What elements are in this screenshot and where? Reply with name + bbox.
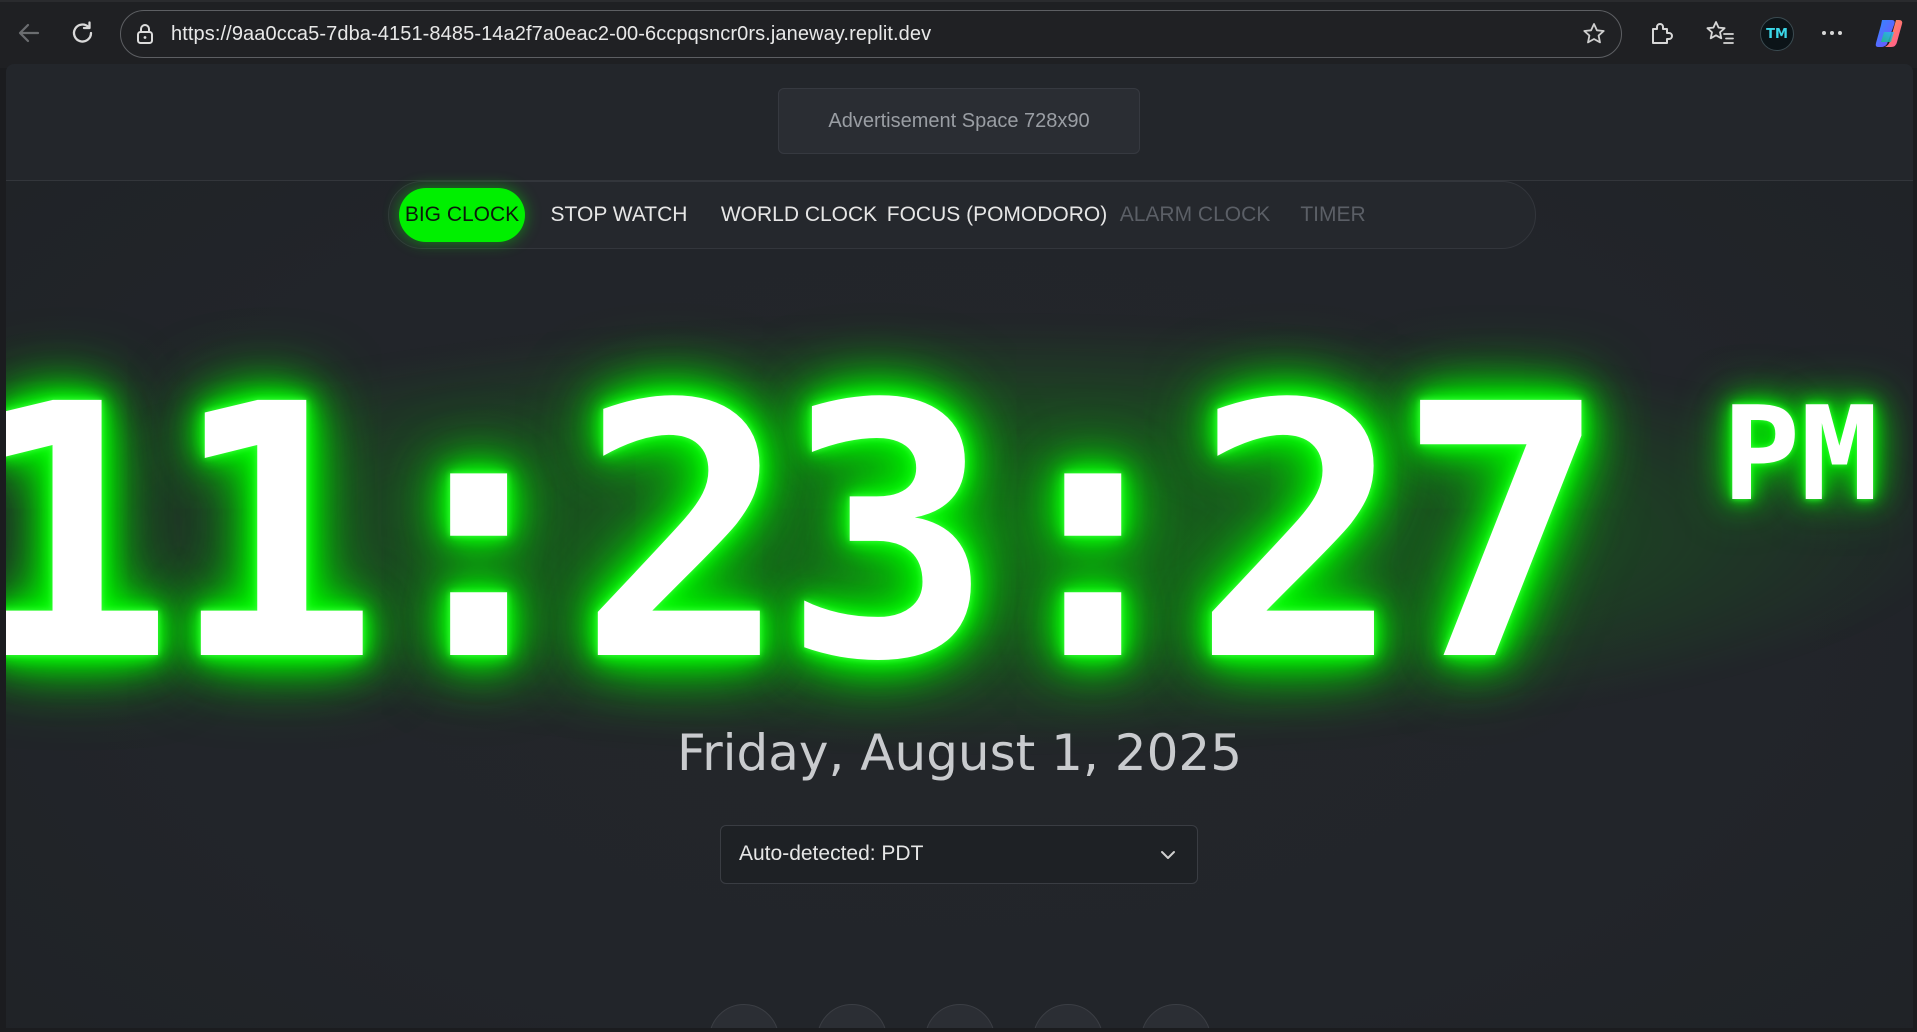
- control-button-4[interactable]: [1033, 1004, 1103, 1028]
- site-info-icon[interactable]: [133, 22, 157, 46]
- more-icon[interactable]: [1815, 16, 1849, 50]
- url-text[interactable]: https://9aa0cca5-7dba-4151-8485-14a2f7a0…: [171, 23, 931, 46]
- tab-big-clock[interactable]: BIG CLOCK: [399, 188, 525, 242]
- clock-ampm: PM: [1722, 378, 1879, 530]
- timezone-select[interactable]: Auto-detected: PDT: [720, 825, 1198, 884]
- reload-icon[interactable]: [64, 14, 102, 52]
- tab-focus-pomodoro[interactable]: FOCUS (POMODORO): [887, 188, 1108, 242]
- tab-stop-watch[interactable]: STOP WATCH: [537, 188, 701, 242]
- back-arrow-icon[interactable]: [10, 14, 48, 52]
- control-button-2[interactable]: [817, 1004, 887, 1028]
- control-button-1[interactable]: [709, 1004, 779, 1028]
- tab-strip-edge: [0, 0, 1917, 2]
- favorites-icon[interactable]: [1703, 16, 1737, 50]
- page-viewport: Advertisement Space 728x90 BIG CLOCK STO…: [6, 64, 1913, 1028]
- control-button-5[interactable]: [1141, 1004, 1211, 1028]
- tab-timer[interactable]: TIMER: [1285, 188, 1381, 242]
- copilot-icon[interactable]: [1872, 16, 1906, 50]
- big-clock: 11:23:27 PM: [6, 324, 1913, 764]
- address-bar[interactable]: https://9aa0cca5-7dba-4151-8485-14a2f7a0…: [120, 10, 1622, 58]
- control-button-3[interactable]: [925, 1004, 995, 1028]
- puzzle-icon[interactable]: [1644, 16, 1678, 50]
- current-date: Friday, August 1, 2025: [676, 724, 1243, 782]
- mode-tabs: BIG CLOCK STOP WATCH WORLD CLOCK FOCUS (…: [388, 181, 1536, 249]
- star-icon[interactable]: [1581, 21, 1607, 47]
- tab-alarm-clock[interactable]: ALARM CLOCK: [1113, 188, 1277, 242]
- ad-banner-area: Advertisement Space 728x90: [6, 64, 1913, 181]
- chevron-down-icon: [1159, 846, 1177, 864]
- timezone-selected-value: Auto-detected: PDT: [739, 842, 924, 865]
- control-buttons: [6, 1004, 1913, 1028]
- clock-time: 11:23:27: [6, 330, 1608, 738]
- ad-placeholder: Advertisement Space 728x90: [778, 88, 1140, 154]
- browser-toolbar: https://9aa0cca5-7dba-4151-8485-14a2f7a0…: [0, 0, 1917, 68]
- tab-world-clock[interactable]: WORLD CLOCK: [709, 188, 889, 242]
- profile-avatar[interactable]: TM: [1760, 17, 1794, 51]
